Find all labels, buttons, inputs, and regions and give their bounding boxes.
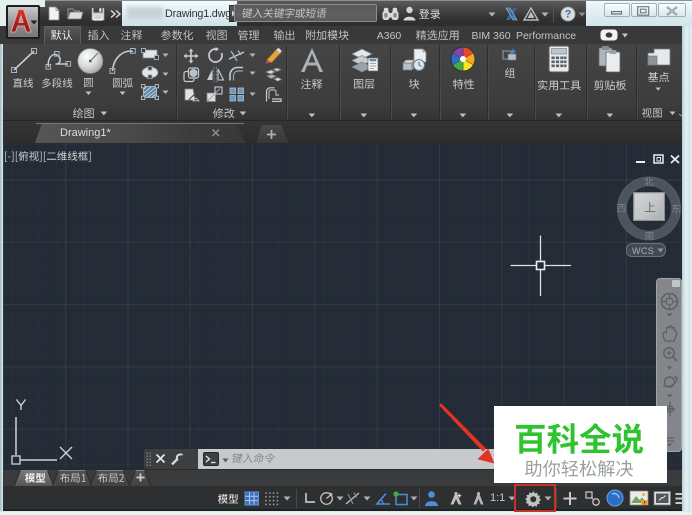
svg-text:?: ? xyxy=(565,9,572,21)
